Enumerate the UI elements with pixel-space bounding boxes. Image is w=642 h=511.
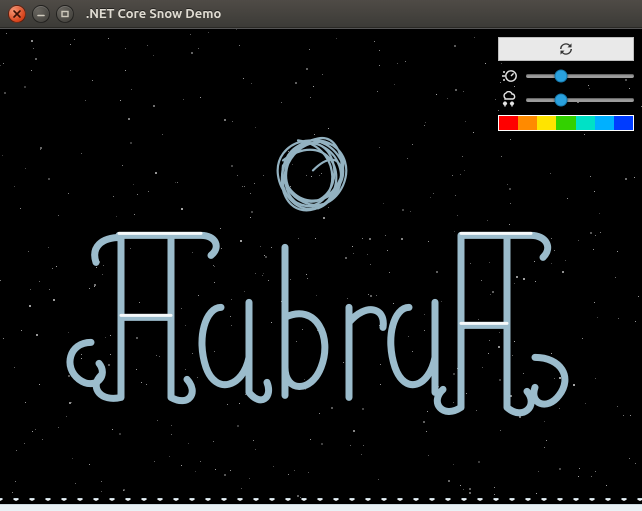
hue-swatch[interactable] [576, 116, 595, 130]
close-icon [12, 9, 22, 19]
refresh-icon [558, 41, 574, 57]
hue-picker[interactable] [498, 115, 634, 131]
hue-swatch[interactable] [518, 116, 537, 130]
hue-swatch[interactable] [614, 116, 633, 130]
app-viewport [0, 28, 642, 511]
speed-slider-row [498, 67, 634, 85]
maximize-icon [60, 9, 70, 19]
snowfall-slider[interactable] [526, 93, 634, 107]
controls-panel [498, 37, 634, 131]
snowfall-slider-row [498, 91, 634, 109]
hue-swatch[interactable] [537, 116, 556, 130]
window-close-button[interactable] [8, 5, 26, 23]
window-maximize-button[interactable] [56, 5, 74, 23]
window-title: .NET Core Snow Demo [86, 7, 221, 21]
hue-swatch[interactable] [556, 116, 575, 130]
speed-slider[interactable] [526, 69, 634, 83]
logo-graphic [61, 112, 581, 442]
minimize-icon [36, 9, 46, 19]
snowfall-icon [498, 91, 520, 109]
window-titlebar: .NET Core Snow Demo [0, 0, 642, 28]
reset-button[interactable] [498, 37, 634, 61]
window-minimize-button[interactable] [32, 5, 50, 23]
speed-icon [498, 67, 520, 85]
snow-ground [0, 499, 642, 511]
hue-swatch[interactable] [595, 116, 614, 130]
hue-swatch[interactable] [499, 116, 518, 130]
